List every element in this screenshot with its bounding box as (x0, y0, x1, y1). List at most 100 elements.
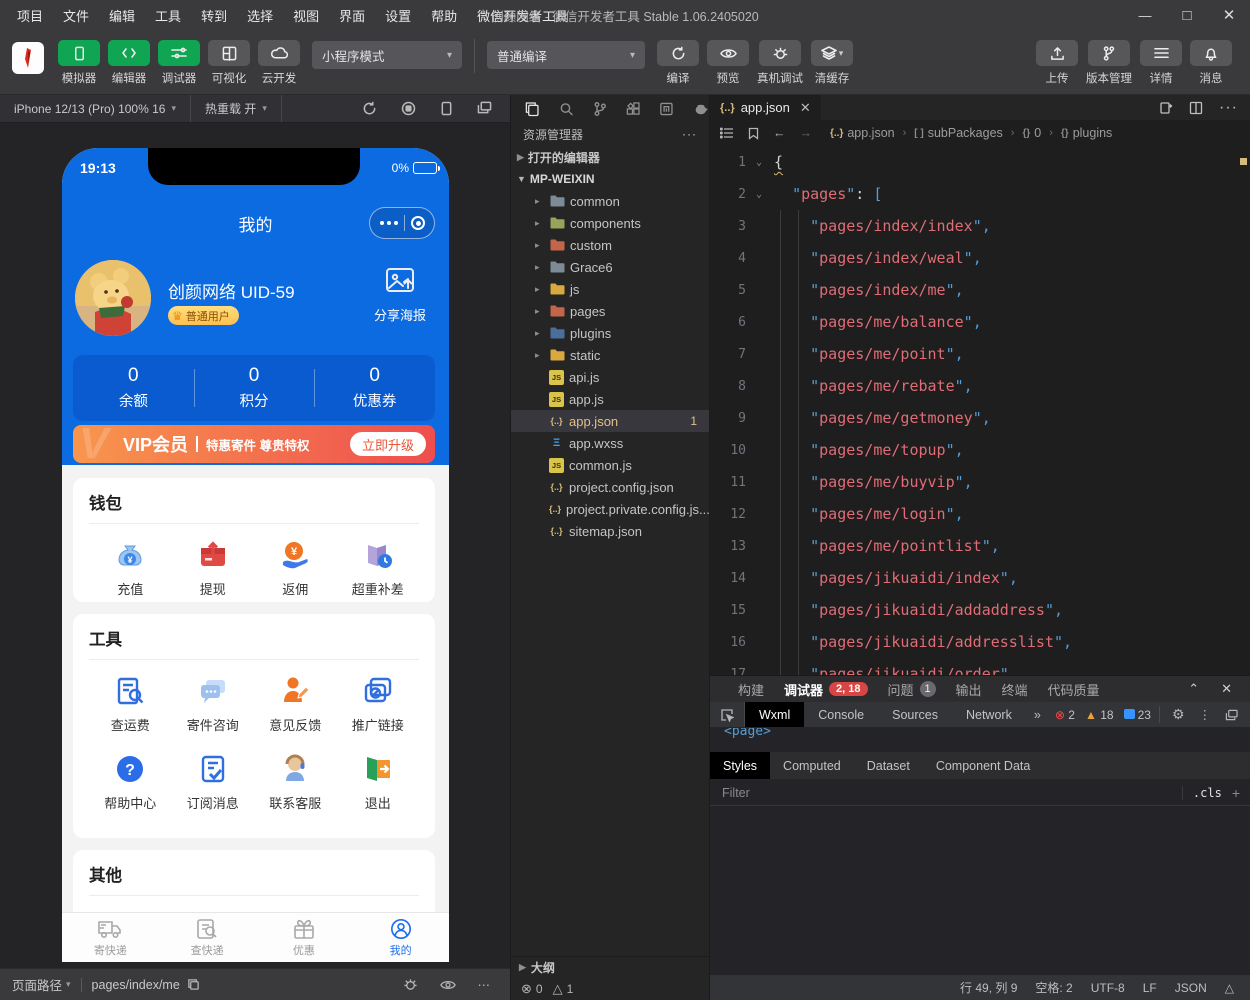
tree-item-app-json[interactable]: {..}app.json1 (511, 410, 709, 432)
upload-button[interactable]: 上传 (1036, 40, 1078, 86)
logout-item[interactable]: 退出 (337, 752, 420, 812)
nav-forward-icon[interactable]: → (800, 126, 813, 140)
code-line-1[interactable]: 1⌄{ (710, 146, 1250, 178)
code-line-6[interactable]: 6 "pages/me/balance", (710, 306, 1250, 338)
tree-item-project-private-config-js-[interactable]: {..}project.private.config.js... (511, 498, 709, 520)
tree-item-api-js[interactable]: JSapi.js (511, 366, 709, 388)
contact-service-item[interactable]: 联系客服 (254, 752, 337, 812)
menu-item-3[interactable]: 工具 (146, 3, 190, 28)
more-devtools-tabs-icon[interactable]: » (1026, 708, 1049, 722)
debugger-tab-构建[interactable]: 构建 (738, 680, 764, 699)
dock-icon[interactable] (1225, 709, 1238, 721)
feedback-item[interactable]: 意见反馈 (254, 674, 337, 734)
code-line-13[interactable]: 13 "pages/me/pointlist", (710, 530, 1250, 562)
styles-tab-computed[interactable]: Computed (770, 752, 854, 779)
code-line-7[interactable]: 7 "pages/me/point", (710, 338, 1250, 370)
close-panel-icon[interactable]: ✕ (1221, 681, 1232, 697)
minimize-capsule-icon[interactable] (411, 216, 425, 230)
clear-cache-button[interactable]: ▾ 清缓存 (811, 40, 853, 86)
tab-mine[interactable]: 我的 (352, 913, 449, 962)
tree-item-sitemap-json[interactable]: {..}sitemap.json (511, 520, 709, 542)
help-center-item[interactable]: ? 帮助中心 (89, 752, 172, 812)
more-status-icon[interactable]: ⋯ (478, 977, 493, 992)
device-frame-icon[interactable] (440, 101, 453, 116)
styles-tab-dataset[interactable]: Dataset (854, 752, 923, 779)
devtools-tab-wxml[interactable]: Wxml (745, 702, 804, 727)
promo-link-item[interactable]: 推广链接 (337, 674, 420, 734)
devtools-tab-network[interactable]: Network (952, 702, 1026, 727)
tree-item-pages[interactable]: ▸pages (511, 300, 709, 322)
outline-list-icon[interactable] (720, 127, 734, 139)
code-line-9[interactable]: 9 "pages/me/getmoney", (710, 402, 1250, 434)
open-changes-icon[interactable] (1159, 101, 1173, 115)
collapse-panel-icon[interactable]: ⌃ (1188, 681, 1199, 697)
files-icon[interactable] (525, 101, 540, 117)
editor-toggle-button[interactable]: 编辑器 (108, 40, 150, 86)
balance-stat[interactable]: 0余额 (73, 355, 194, 421)
breadcrumb-0[interactable]: {}0 (1022, 126, 1041, 140)
breadcrumb-app.json[interactable]: {..}app.json (830, 126, 895, 140)
outline-section[interactable]: ▶大纲 (511, 956, 709, 978)
code-line-12[interactable]: 12 "pages/me/login", (710, 498, 1250, 530)
tree-item-components[interactable]: ▸components (511, 212, 709, 234)
inspect-element-icon[interactable] (710, 702, 745, 727)
devtools-settings-icon[interactable]: ⚙ (1172, 706, 1185, 723)
debugger-tab-代码质量[interactable]: 代码质量 (1048, 680, 1100, 699)
code-line-4[interactable]: 4 "pages/index/weal", (710, 242, 1250, 274)
code-editor[interactable]: 1⌄{2⌄ "pages": [3 "pages/index/index",4 … (710, 146, 1250, 675)
code-line-10[interactable]: 10 "pages/me/topup", (710, 434, 1250, 466)
rebate-item[interactable]: ¥ 返佣 (254, 538, 337, 598)
tree-item-project-config-json[interactable]: {..}project.config.json (511, 476, 709, 498)
refresh-simulator-icon[interactable] (362, 101, 377, 116)
close-tab-icon[interactable]: ✕ (800, 100, 811, 116)
devtools-tab-console[interactable]: Console (804, 702, 878, 727)
coupons-stat[interactable]: 0优惠券 (314, 355, 435, 421)
cls-button[interactable]: .cls (1182, 786, 1232, 800)
messages-button[interactable]: 消息 (1190, 40, 1232, 86)
tab-send-express[interactable]: 寄快递 (62, 913, 159, 962)
remote-debug-button[interactable]: 真机调试 (757, 40, 803, 86)
overweight-item[interactable]: 超重补差 (337, 538, 420, 598)
debugger-tab-问题[interactable]: 问题1 (888, 680, 936, 699)
split-editor-icon[interactable] (1189, 101, 1203, 115)
menu-item-1[interactable]: 文件 (54, 3, 98, 28)
debugger-toggle-button[interactable]: 调试器 (158, 40, 200, 86)
subscribe-message-item[interactable]: 订阅消息 (172, 752, 255, 812)
debugger-tab-调试器[interactable]: 调试器2, 18 (784, 680, 867, 699)
tree-item-plugins[interactable]: ▸plugins (511, 322, 709, 344)
page-path-label[interactable]: 页面路径 (12, 975, 62, 994)
code-line-8[interactable]: 8 "pages/me/rebate", (710, 370, 1250, 402)
menu-item-6[interactable]: 视图 (284, 3, 328, 28)
devtools-tab-sources[interactable]: Sources (878, 702, 952, 727)
code-line-5[interactable]: 5 "pages/index/me", (710, 274, 1250, 306)
explorer-more-icon[interactable]: ··· (682, 127, 697, 141)
devtools-menu-icon[interactable]: ⋮ (1199, 707, 1212, 722)
bookmark-icon[interactable] (748, 127, 759, 140)
tree-item-common[interactable]: ▸common (511, 190, 709, 212)
nav-back-icon[interactable]: ← (773, 126, 786, 140)
share-poster-button[interactable]: 分享海报 (365, 266, 435, 324)
debugger-tab-终端[interactable]: 终端 (1002, 680, 1028, 699)
status-segment-0[interactable]: 行 49, 列 9 (960, 979, 1017, 996)
tea-icon[interactable] (693, 102, 709, 116)
wxml-tree[interactable]: <page> (710, 728, 1250, 752)
copy-path-icon[interactable] (187, 978, 200, 991)
preview-button[interactable]: 预览 (707, 40, 749, 86)
console-message-count[interactable]: 23 (1124, 708, 1151, 722)
record-icon[interactable] (401, 101, 416, 116)
menu-item-8[interactable]: 设置 (376, 3, 420, 28)
debugger-tab-输出[interactable]: 输出 (956, 680, 982, 699)
menu-item-5[interactable]: 选择 (238, 3, 282, 28)
tree-item-common-js[interactable]: JScommon.js (511, 454, 709, 476)
menu-item-2[interactable]: 编辑 (100, 3, 144, 28)
close-button[interactable]: ✕ (1208, 0, 1250, 30)
styles-tab-styles[interactable]: Styles (710, 752, 770, 779)
upgrade-button[interactable]: 立即升级 (350, 432, 426, 456)
debug-status-icon[interactable] (403, 977, 418, 992)
tab-track-express[interactable]: 查快递 (159, 913, 256, 962)
status-segment-2[interactable]: UTF-8 (1091, 981, 1125, 995)
status-segment-4[interactable]: JSON (1175, 981, 1207, 995)
recharge-item[interactable]: ¥ 充值 (89, 538, 172, 598)
shipping-consult-item[interactable]: 寄件咨询 (172, 674, 255, 734)
npm-icon[interactable] (659, 101, 674, 117)
